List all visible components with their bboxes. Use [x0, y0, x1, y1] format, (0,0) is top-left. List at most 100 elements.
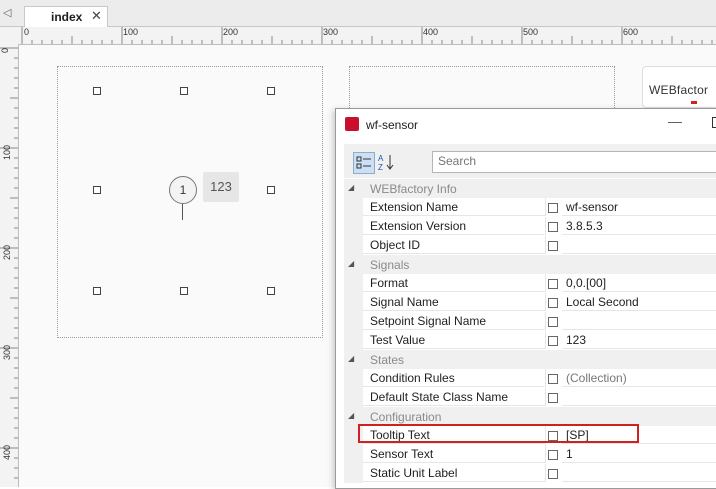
tab-scroll-left-icon[interactable]: ◁	[3, 6, 13, 20]
extension-app-icon	[345, 117, 359, 131]
webfactory-logo-control[interactable]: WEBfactor	[642, 66, 716, 108]
ruler-label: 100	[2, 144, 13, 161]
property-name: Sensor Text	[363, 445, 546, 463]
property-value[interactable]	[562, 312, 716, 330]
property-row[interactable]: Condition Rules (Collection)	[344, 369, 716, 388]
category-webfactory-info[interactable]: ◢ WEBfactory Info	[344, 179, 716, 198]
ruler-label: 200	[2, 244, 13, 261]
property-name: Static Unit Label	[363, 464, 546, 482]
category-states[interactable]: ◢ States	[344, 350, 716, 369]
property-row[interactable]: Test Value 123	[344, 331, 716, 350]
binding-icon[interactable]	[548, 241, 558, 251]
binding-icon[interactable]	[548, 393, 558, 403]
binding-icon[interactable]	[548, 374, 558, 384]
resize-handle[interactable]	[93, 87, 101, 95]
maximize-icon[interactable]	[712, 117, 716, 128]
ruler-label: 400	[2, 444, 13, 461]
binding-icon[interactable]	[548, 222, 558, 232]
collapse-arrow-icon[interactable]: ◢	[348, 411, 354, 420]
ruler-label: 100	[123, 27, 139, 37]
svg-text:A: A	[378, 154, 384, 163]
collapse-arrow-icon[interactable]: ◢	[348, 354, 354, 363]
binding-icon[interactable]	[548, 317, 558, 327]
property-value[interactable]	[562, 464, 716, 482]
resize-handle[interactable]	[93, 186, 101, 194]
property-name: Extension Name	[363, 198, 546, 216]
row-gutter	[344, 198, 363, 217]
resize-handle[interactable]	[180, 287, 188, 295]
property-value[interactable]: 123	[562, 331, 716, 349]
binding-icon[interactable]	[548, 203, 558, 213]
ruler-label: 600	[623, 27, 639, 37]
category-label: Signals	[370, 258, 410, 272]
ruler-label: 300	[2, 344, 13, 361]
vertical-ruler-ticks	[0, 47, 18, 479]
property-search-box[interactable]	[432, 151, 716, 173]
row-gutter	[344, 388, 363, 407]
property-row[interactable]: Sensor Text 1	[344, 445, 716, 464]
row-gutter	[344, 274, 363, 293]
resize-handle[interactable]	[93, 287, 101, 295]
property-row[interactable]: Format 0,0.[00]	[344, 274, 716, 293]
binding-icon[interactable]	[548, 298, 558, 308]
property-name: Signal Name	[363, 293, 546, 311]
property-value[interactable]	[562, 236, 716, 254]
row-gutter	[344, 331, 363, 350]
resize-handle[interactable]	[267, 186, 275, 194]
property-name: Format	[363, 274, 546, 292]
properties-title-bar[interactable]: wf-sensor —	[336, 109, 716, 139]
tab-label: index	[51, 10, 83, 24]
property-value[interactable]: 3.8.5.3	[562, 217, 716, 235]
search-input[interactable]	[433, 152, 716, 170]
property-name: Default State Class Name	[363, 388, 546, 406]
ruler-label: 200	[223, 27, 239, 37]
property-value[interactable]: 1	[562, 445, 716, 463]
ruler-label: 500	[523, 27, 539, 37]
alphabetical-view-button[interactable]: A Z	[376, 152, 396, 172]
property-value[interactable]: Local Second	[562, 293, 716, 311]
svg-text:Z: Z	[378, 163, 383, 172]
minimize-icon[interactable]: —	[668, 113, 682, 129]
property-name: Setpoint Signal Name	[363, 312, 546, 330]
sensor-number-badge: 1	[169, 176, 197, 204]
document-tab-bar: ◁ index ✕	[0, 0, 716, 27]
ruler-label: 400	[423, 27, 439, 37]
resize-handle[interactable]	[267, 87, 275, 95]
binding-icon[interactable]	[548, 469, 558, 479]
property-row[interactable]: Object ID	[344, 236, 716, 255]
row-gutter	[344, 369, 363, 388]
property-value[interactable]	[562, 388, 716, 406]
binding-icon[interactable]	[548, 450, 558, 460]
property-row[interactable]: Signal Name Local Second	[344, 293, 716, 312]
property-value[interactable]: (Collection)	[562, 369, 716, 387]
property-value[interactable]: wf-sensor	[562, 198, 716, 216]
ruler-label: 300	[323, 27, 339, 37]
property-row[interactable]: Default State Class Name	[344, 388, 716, 407]
property-row[interactable]: Setpoint Signal Name	[344, 312, 716, 331]
tab-close-icon[interactable]: ✕	[91, 8, 102, 24]
tab-index[interactable]: index ✕	[24, 6, 108, 27]
property-name: Extension Version	[363, 217, 546, 235]
property-row[interactable]: Extension Version 3.8.5.3	[344, 217, 716, 236]
binding-icon[interactable]	[548, 279, 558, 289]
property-row[interactable]: Static Unit Label	[344, 464, 716, 483]
category-label: WEBfactory Info	[370, 182, 457, 196]
property-name: Test Value	[363, 331, 546, 349]
properties-window-title: wf-sensor	[366, 118, 419, 132]
row-gutter	[344, 293, 363, 312]
property-name: Object ID	[363, 236, 546, 254]
category-signals[interactable]: ◢ Signals	[344, 255, 716, 274]
resize-handle[interactable]	[180, 87, 188, 95]
binding-icon[interactable]	[548, 336, 558, 346]
ruler-label: 0	[0, 47, 11, 54]
properties-toolbar: A Z	[344, 144, 716, 178]
row-gutter	[344, 312, 363, 331]
categorized-view-button[interactable]	[353, 152, 375, 174]
category-label: States	[370, 353, 405, 367]
property-row[interactable]: Extension Name wf-sensor	[344, 198, 716, 217]
collapse-arrow-icon[interactable]: ◢	[348, 183, 354, 192]
resize-handle[interactable]	[267, 287, 275, 295]
property-value[interactable]: 0,0.[00]	[562, 274, 716, 292]
sensor-value-display: 123	[203, 172, 239, 202]
collapse-arrow-icon[interactable]: ◢	[348, 259, 354, 268]
